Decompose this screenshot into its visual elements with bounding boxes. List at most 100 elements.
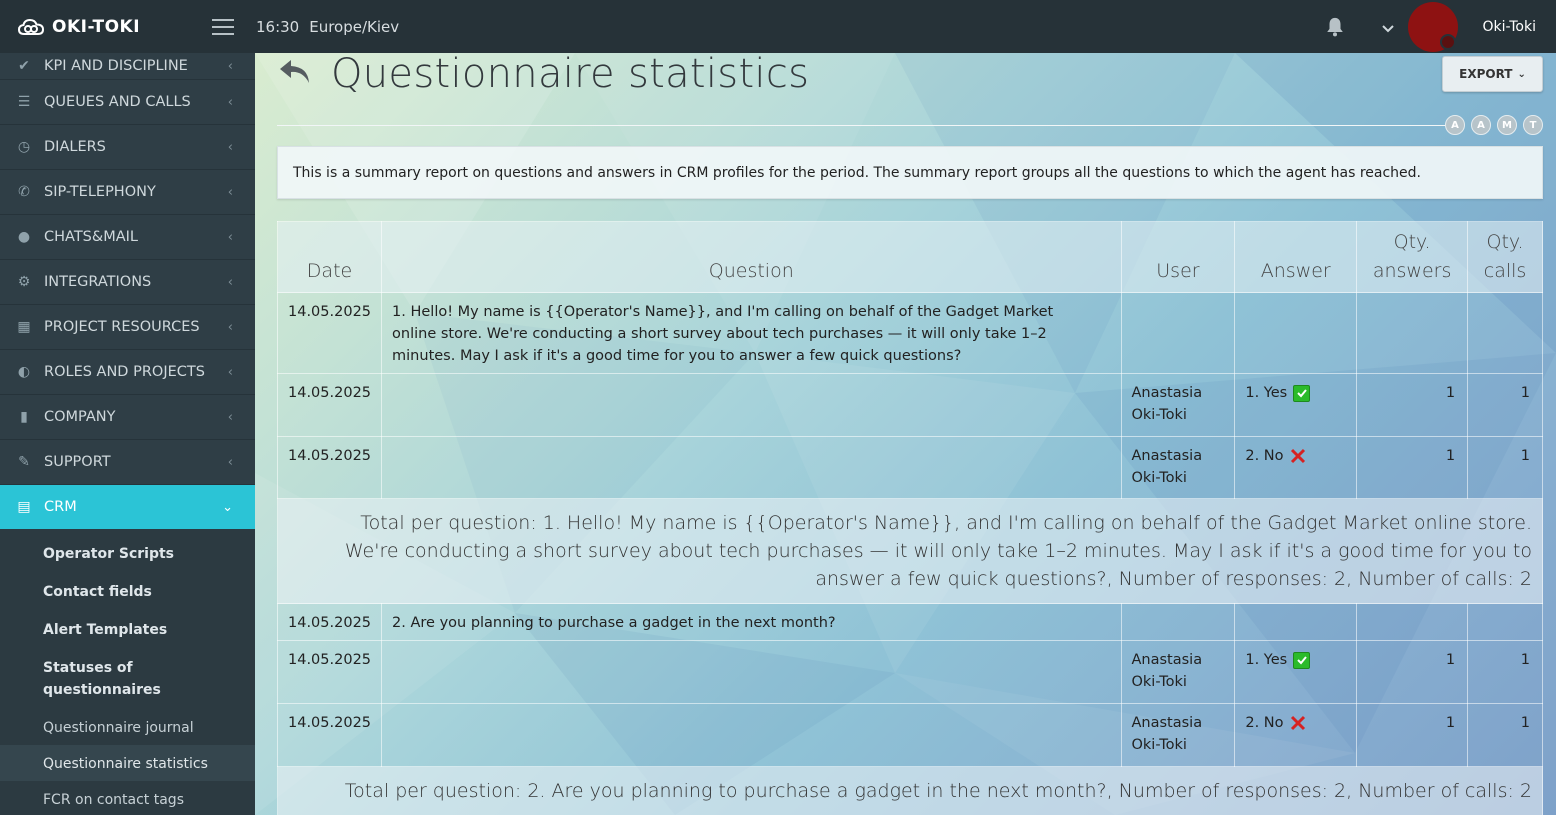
- sidebar-item-label: ROLES AND PROJECTS: [44, 364, 205, 380]
- cell-qty-answers: 1: [1356, 703, 1469, 767]
- col-user[interactable]: User: [1120, 221, 1236, 293]
- table-row: 14.05.2025 Anastasia Oki-Toki 2. No 1 1: [276, 436, 1543, 499]
- answer-text: 1. Yes: [1245, 385, 1288, 401]
- sidebar-item-dialers[interactable]: ◷ DIALERS ‹: [0, 125, 255, 170]
- cell-question: [381, 373, 1122, 437]
- gears-icon: ⚙: [17, 274, 31, 290]
- chat-bubble-icon: ●: [17, 229, 31, 245]
- current-time: 16:30: [256, 17, 300, 36]
- cell-answer: [1234, 603, 1358, 641]
- total-row: Total per question: 1. Hello! My name is…: [277, 498, 1543, 604]
- col-qty-answers[interactable]: Qty. answers: [1356, 221, 1469, 293]
- chevron-left-icon: ‹: [227, 274, 233, 290]
- col-answer[interactable]: Answer: [1234, 221, 1358, 293]
- col-question[interactable]: Question: [381, 221, 1122, 293]
- cell-date: 14.05.2025: [276, 603, 383, 641]
- subnav-contact-fields[interactable]: Contact fields: [0, 573, 255, 611]
- list-icon: ☰: [17, 94, 31, 110]
- filter-badge-a[interactable]: A: [1471, 115, 1491, 135]
- chevron-left-icon: ‹: [227, 229, 233, 245]
- sidebar-item-support[interactable]: ✎ SUPPORT ‹: [0, 440, 255, 485]
- filter-badge-t[interactable]: T: [1523, 115, 1543, 135]
- menu-toggle-icon[interactable]: [212, 18, 234, 35]
- cell-answer: 2. No: [1234, 436, 1358, 499]
- sidebar-item-chats[interactable]: ● CHATS&MAIL ‹: [0, 215, 255, 260]
- status-dot: [1440, 33, 1457, 50]
- subnav-questionnaire-statuses[interactable]: Statuses of questionnaires: [0, 649, 255, 709]
- cell-qty-answers: 1: [1356, 640, 1469, 704]
- chevron-left-icon: ‹: [227, 94, 233, 110]
- cell-date: 14.05.2025: [276, 436, 383, 499]
- subnav-operator-scripts[interactable]: Operator Scripts: [0, 535, 255, 573]
- check-mark-icon: [1293, 651, 1311, 669]
- check-mark-icon: [1293, 384, 1311, 402]
- cloud-logo-icon: [18, 18, 44, 35]
- sidebar-item-queues[interactable]: ☰ QUEUES AND CALLS ‹: [0, 80, 255, 125]
- filter-badge-m[interactable]: M: [1497, 115, 1517, 135]
- sidebar-item-label: CRM: [44, 499, 77, 515]
- grid-icon: ▦: [17, 319, 31, 335]
- cell-qty-calls: 1: [1467, 703, 1543, 767]
- cell-date: 14.05.2025: [276, 292, 383, 374]
- cell-question: 1. Hello! My name is {{Operator's Name}}…: [381, 292, 1122, 374]
- answer-text: 2. No: [1245, 448, 1284, 464]
- subnav-questionnaire-journal[interactable]: Questionnaire journal: [0, 709, 255, 745]
- sidebar-item-label: SIP-TELEPHONY: [44, 184, 156, 200]
- answer-text: 1. Yes: [1245, 652, 1288, 668]
- filter-badge-a[interactable]: A: [1445, 115, 1465, 135]
- back-arrow-icon[interactable]: [277, 57, 313, 87]
- cell-user: Anastasia Oki-Toki: [1120, 640, 1236, 704]
- col-date[interactable]: Date: [276, 221, 383, 293]
- table-row: 14.05.2025 Anastasia Oki-Toki 1. Yes 1 1: [276, 373, 1543, 437]
- sidebar-item-project-resources[interactable]: ▦ PROJECT RESOURCES ‹: [0, 305, 255, 350]
- col-qty-calls[interactable]: Qty. calls: [1467, 221, 1543, 293]
- clock-icon: ◷: [17, 139, 31, 155]
- info-text: This is a summary report on questions an…: [293, 164, 1421, 181]
- chevron-left-icon: ‹: [227, 364, 233, 380]
- page-header: Questionnaire statistics EXPORT ⌄: [277, 53, 1543, 125]
- bar-chart-icon: ▮: [20, 409, 28, 425]
- cell-user: Anastasia Oki-Toki: [1120, 703, 1236, 767]
- cell-qty-calls: [1467, 292, 1543, 374]
- sidebar-item-company[interactable]: ▮ COMPANY ‹: [0, 395, 255, 440]
- answer-text: 2. No: [1245, 715, 1284, 731]
- sidebar-item-roles[interactable]: ◐ ROLES AND PROJECTS ‹: [0, 350, 255, 395]
- subnav-fcr-contact-tags[interactable]: FCR on contact tags: [0, 781, 255, 815]
- chevron-left-icon: ‹: [227, 319, 233, 335]
- top-bar: OKI-TOKI 16:30 Europe/Kiev Oki-Toki: [0, 0, 1556, 53]
- cell-answer: 2. No: [1234, 703, 1358, 767]
- chevron-down-icon[interactable]: [1382, 24, 1395, 33]
- cell-qty-calls: [1467, 603, 1543, 641]
- table-row: 14.05.2025 2. Are you planning to purcha…: [276, 603, 1543, 641]
- sidebar-item-crm[interactable]: ▤ CRM ⌄: [0, 485, 255, 529]
- username[interactable]: Oki-Toki: [1482, 19, 1536, 35]
- sidebar-item-integrations[interactable]: ⚙ INTEGRATIONS ‹: [0, 260, 255, 305]
- sidebar-item-kpi[interactable]: ✔ KPI AND DISCIPLINE ‹: [0, 53, 255, 80]
- cell-user: Anastasia Oki-Toki: [1120, 436, 1236, 499]
- phone-icon: ✆: [18, 184, 30, 200]
- bell-icon[interactable]: [1324, 16, 1346, 38]
- cell-qty-calls: 1: [1467, 640, 1543, 704]
- filter-divider: A A M T: [277, 115, 1543, 145]
- subnav-alert-templates[interactable]: Alert Templates: [0, 611, 255, 649]
- table-header-row: Date Question User Answer Qty. answers Q…: [276, 221, 1543, 293]
- chevron-left-icon: ‹: [227, 454, 233, 470]
- sidebar-item-label: CHATS&MAIL: [44, 229, 138, 245]
- cell-qty-calls: 1: [1467, 373, 1543, 437]
- sidebar-item-label: PROJECT RESOURCES: [44, 319, 200, 335]
- table-row: 14.05.2025 Anastasia Oki-Toki 2. No 1 1: [276, 703, 1543, 767]
- sidebar-item-sip[interactable]: ✆ SIP-TELEPHONY ‹: [0, 170, 255, 215]
- cell-question: [381, 436, 1122, 499]
- avatar[interactable]: [1408, 1, 1459, 52]
- cell-answer: [1234, 292, 1358, 374]
- sidebar-item-label: SUPPORT: [44, 454, 111, 470]
- brand-name: OKI-TOKI: [52, 16, 141, 37]
- cell-question: [381, 640, 1122, 704]
- clock: 16:30 Europe/Kiev: [256, 18, 399, 36]
- toggle-icon: ◐: [17, 364, 31, 380]
- cell-date: 14.05.2025: [276, 703, 383, 767]
- export-button[interactable]: EXPORT ⌄: [1442, 56, 1543, 92]
- subnav-questionnaire-statistics[interactable]: Questionnaire statistics: [0, 745, 255, 781]
- cell-user: [1120, 603, 1236, 641]
- timezone: Europe/Kiev: [309, 17, 400, 36]
